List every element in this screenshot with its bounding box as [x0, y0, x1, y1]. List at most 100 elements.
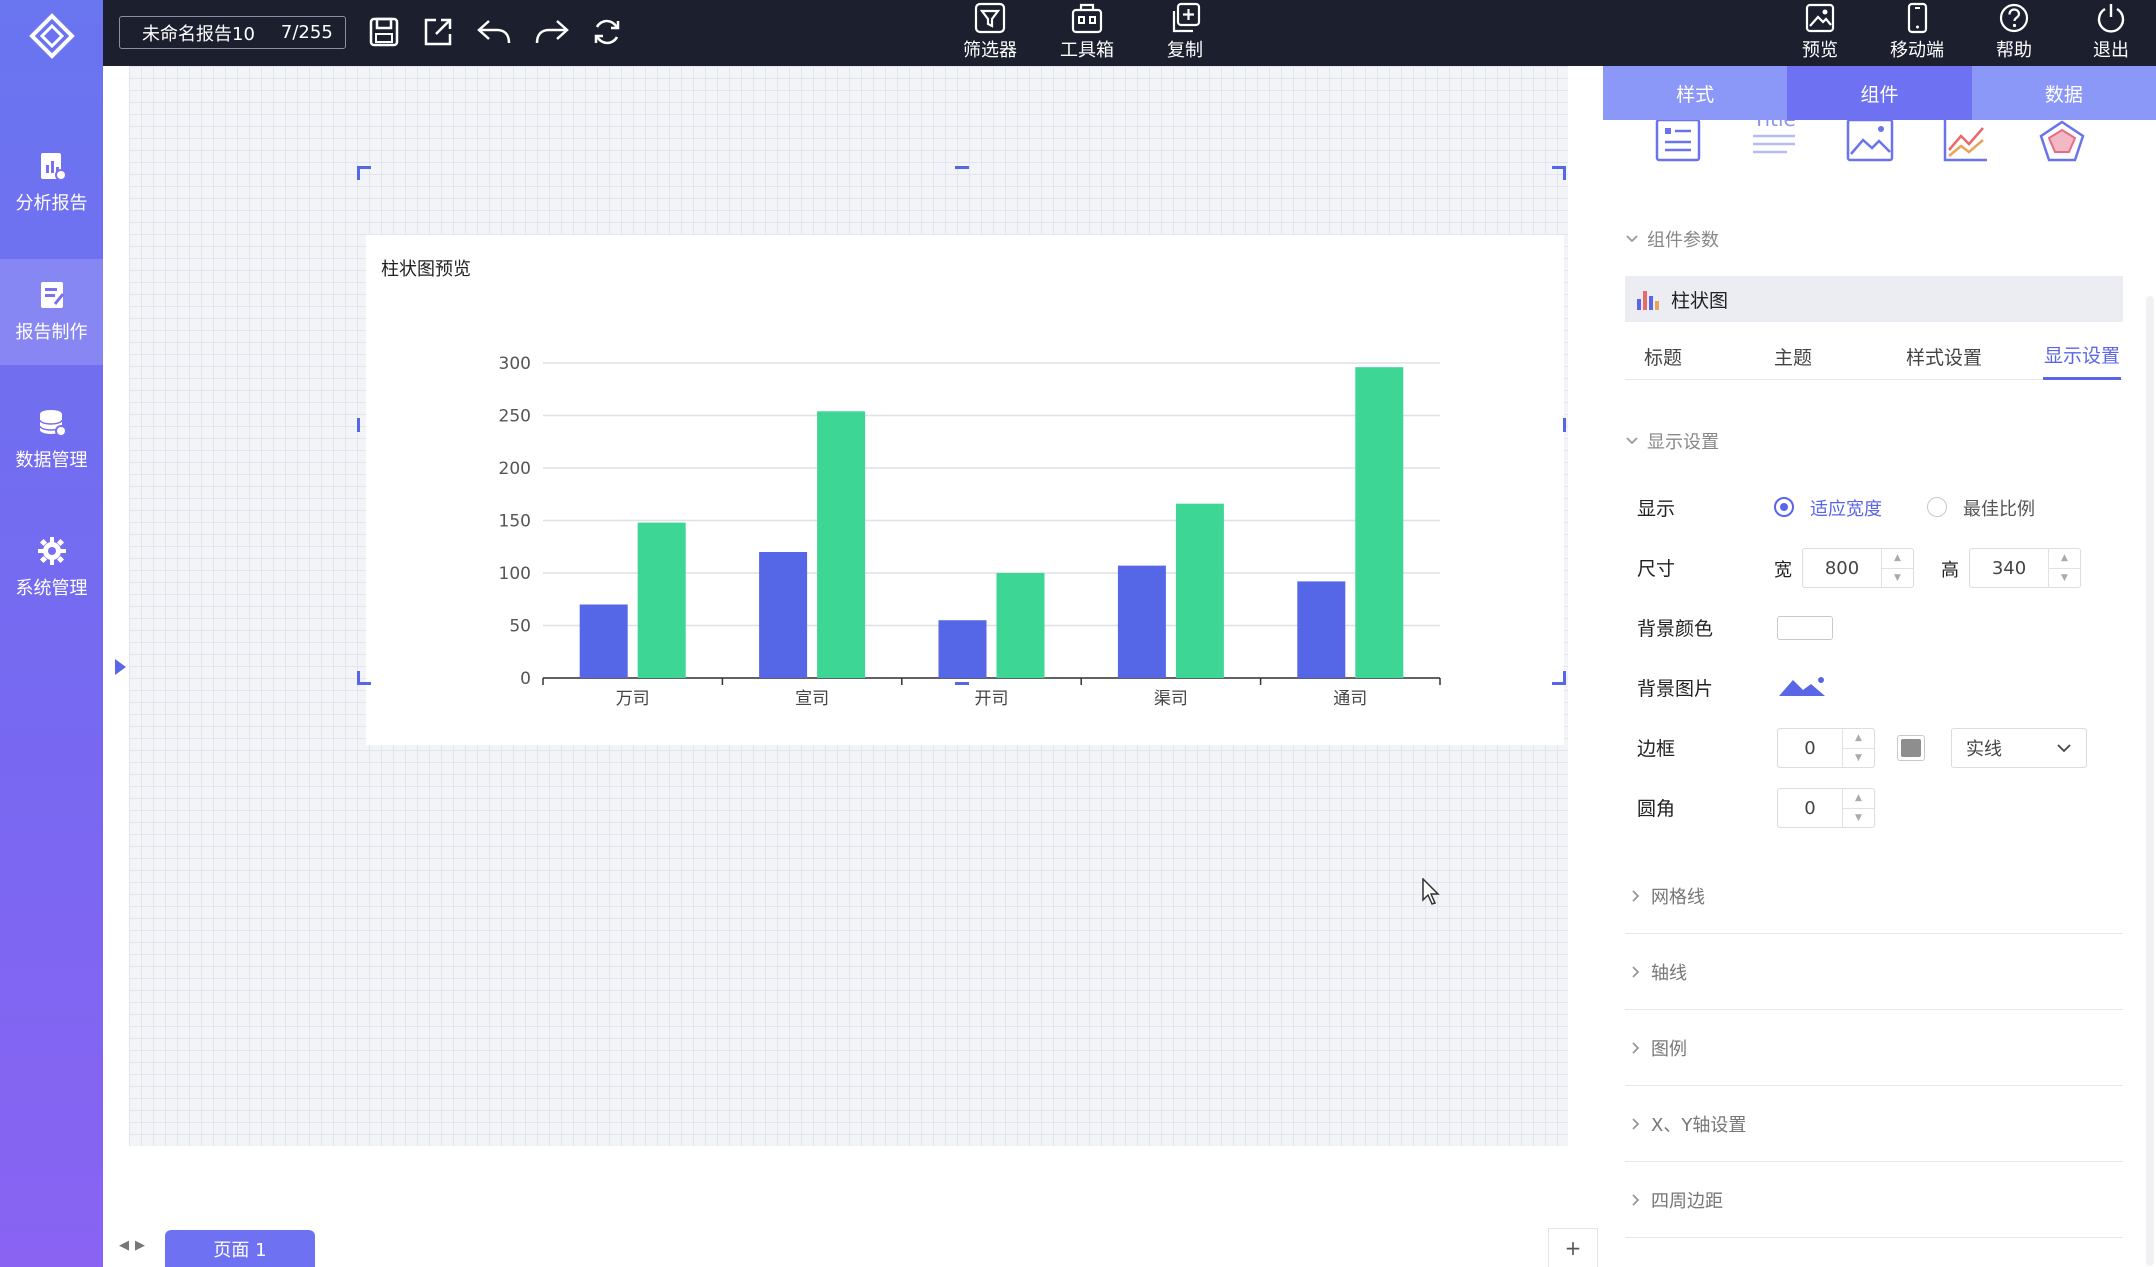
- app-logo-icon[interactable]: [24, 12, 80, 60]
- help-icon: [1998, 2, 2030, 34]
- export-button[interactable]: [419, 14, 457, 50]
- help-button[interactable]: 帮助: [1966, 0, 2062, 66]
- report-name-box[interactable]: 未命名报告10 7/255: [119, 16, 346, 49]
- page-tab-1[interactable]: 页面 1: [165, 1230, 315, 1267]
- section-gridlines[interactable]: 网格线: [1625, 858, 2123, 934]
- height-stepper[interactable]: 340 ▲ ▼: [1969, 548, 2081, 588]
- bg-color-swatch[interactable]: [1777, 616, 1833, 640]
- width-stepper[interactable]: 800 ▲ ▼: [1802, 548, 1914, 588]
- database-icon: [37, 408, 67, 438]
- sidebar-item-system-management[interactable]: 系统管理: [0, 515, 103, 621]
- bar-chart-icon: [1635, 287, 1661, 311]
- sidebar-item-label: 系统管理: [15, 578, 88, 599]
- resize-handle-left[interactable]: [357, 418, 360, 432]
- tab-style[interactable]: 样式: [1603, 66, 1787, 120]
- resize-handle-bottom-right[interactable]: [1552, 671, 1566, 685]
- bar-chart-component[interactable]: 柱状图预览 0 50 100 150 200 250 300 万司 宣司 开司 渠司 通司: [366, 235, 1564, 745]
- display-fit-width-radio[interactable]: [1774, 497, 1794, 517]
- height-value[interactable]: 340: [1970, 558, 2048, 579]
- sidebar-item-analysis-report[interactable]: 分析报告: [0, 130, 103, 236]
- export-icon: [422, 16, 454, 48]
- image-component-icon[interactable]: [1843, 120, 1897, 164]
- properties-panel: 样式 组件 数据 Title 组件参数 柱状图 标题 主题 样式设置: [1603, 66, 2156, 1267]
- redo-button[interactable]: [533, 14, 571, 50]
- sidebar: 分析报告 报告制作 数据管理 系统管理: [0, 0, 103, 1267]
- resize-handle-top-right[interactable]: [1552, 166, 1566, 180]
- toolbox-button[interactable]: 工具箱: [1039, 0, 1135, 66]
- subtab-style-settings[interactable]: 样式设置: [1885, 332, 2003, 380]
- resize-handle-right[interactable]: [1563, 418, 1566, 432]
- sidebar-item-report-making[interactable]: 报告制作: [0, 259, 103, 365]
- radar-chart-component-icon[interactable]: [2035, 120, 2089, 164]
- border-color-picker[interactable]: [1897, 735, 1925, 761]
- subtab-theme[interactable]: 主题: [1755, 332, 1831, 380]
- width-value[interactable]: 800: [1803, 558, 1881, 579]
- radius-value[interactable]: 0: [1778, 798, 1842, 819]
- mobile-button[interactable]: 移动端: [1869, 0, 1965, 66]
- refresh-icon: [591, 16, 623, 48]
- resize-handle-top-left[interactable]: [357, 166, 371, 180]
- chevron-down-icon[interactable]: ▼: [2049, 569, 2080, 588]
- chevron-up-icon[interactable]: ▲: [1843, 729, 1874, 749]
- copy-label: 复制: [1167, 40, 1203, 61]
- bar-开司-2: [996, 573, 1045, 678]
- help-label: 帮助: [1996, 40, 2032, 61]
- radius-stepper[interactable]: 0 ▲ ▼: [1777, 788, 1875, 828]
- resize-handle-bottom[interactable]: [955, 682, 969, 685]
- border-label: 边框: [1637, 738, 1676, 760]
- chevron-down-icon[interactable]: ▼: [1882, 569, 1913, 588]
- undo-button[interactable]: [475, 14, 513, 50]
- chevron-up-icon[interactable]: ▲: [2049, 549, 2080, 569]
- resize-handle-bottom-left[interactable]: [357, 671, 371, 685]
- chevron-right-icon: [1631, 1193, 1641, 1207]
- text-component-icon[interactable]: [1651, 120, 1705, 164]
- add-page-button[interactable]: +: [1548, 1228, 1598, 1267]
- chevron-up-icon[interactable]: ▲: [1882, 549, 1913, 569]
- save-button[interactable]: [365, 14, 403, 50]
- mouse-cursor-icon: [1422, 878, 1442, 906]
- tab-data[interactable]: 数据: [1972, 66, 2156, 120]
- section-xy-axis-settings[interactable]: X、Y轴设置: [1625, 1086, 2123, 1162]
- line-chart-component-icon[interactable]: [1939, 120, 1993, 164]
- component-params-header[interactable]: 组件参数: [1625, 226, 1719, 252]
- copy-button[interactable]: 复制: [1137, 0, 1233, 66]
- section-axis-lines[interactable]: 轴线: [1625, 934, 2123, 1010]
- tab-component[interactable]: 组件: [1787, 66, 1972, 120]
- subtab-title[interactable]: 标题: [1625, 332, 1701, 380]
- chevron-down-icon: [2056, 743, 2072, 753]
- display-best-ratio-radio[interactable]: [1927, 497, 1947, 517]
- chevron-down-icon: [1625, 436, 1639, 446]
- page-nav-arrows[interactable]: ◀▶: [119, 1238, 151, 1253]
- border-width-value[interactable]: 0: [1778, 738, 1842, 759]
- sidebar-item-label: 数据管理: [15, 450, 88, 471]
- chart-type-bar: 柱状图: [1625, 276, 2123, 322]
- width-spin: ▲ ▼: [1881, 549, 1913, 587]
- title-component-icon[interactable]: Title: [1747, 120, 1801, 164]
- chevron-down-icon[interactable]: ▼: [1843, 749, 1874, 768]
- section-margins[interactable]: 四周边距: [1625, 1162, 2123, 1238]
- chevron-up-icon[interactable]: ▲: [1843, 789, 1874, 809]
- chevron-down-icon: [1625, 234, 1639, 244]
- resize-handle-top[interactable]: [955, 166, 969, 169]
- border-style-select[interactable]: 实线: [1951, 728, 2087, 768]
- chevron-down-icon[interactable]: ▼: [1843, 809, 1874, 828]
- logout-button[interactable]: 退出: [2063, 0, 2156, 66]
- refresh-button[interactable]: [588, 14, 626, 50]
- y-tick-label: 100: [499, 564, 531, 584]
- toolbox-icon: [1070, 2, 1104, 34]
- section-label: 轴线: [1651, 962, 1687, 984]
- preview-button[interactable]: 预览: [1772, 0, 1868, 66]
- section-legend[interactable]: 图例: [1625, 1010, 2123, 1086]
- panel-scrollbar[interactable]: [2146, 296, 2154, 1266]
- sidebar-item-data-management[interactable]: 数据管理: [0, 387, 103, 493]
- bar-宣司-2: [817, 411, 866, 678]
- display-settings-header[interactable]: 显示设置: [1625, 428, 1719, 454]
- report-canvas[interactable]: 柱状图预览 0 50 100 150 200 250 300 万司 宣司 开司 渠司 通司: [129, 66, 1568, 1146]
- subtab-display-settings[interactable]: 显示设置: [2043, 332, 2121, 380]
- display-best-ratio-label[interactable]: 最佳比例: [1963, 495, 2035, 521]
- border-width-stepper[interactable]: 0 ▲ ▼: [1777, 728, 1875, 768]
- mobile-label: 移动端: [1890, 40, 1944, 61]
- filter-button[interactable]: 筛选器: [942, 0, 1038, 66]
- mountain-image-icon[interactable]: [1777, 672, 1829, 700]
- display-fit-width-label[interactable]: 适应宽度: [1810, 495, 1882, 521]
